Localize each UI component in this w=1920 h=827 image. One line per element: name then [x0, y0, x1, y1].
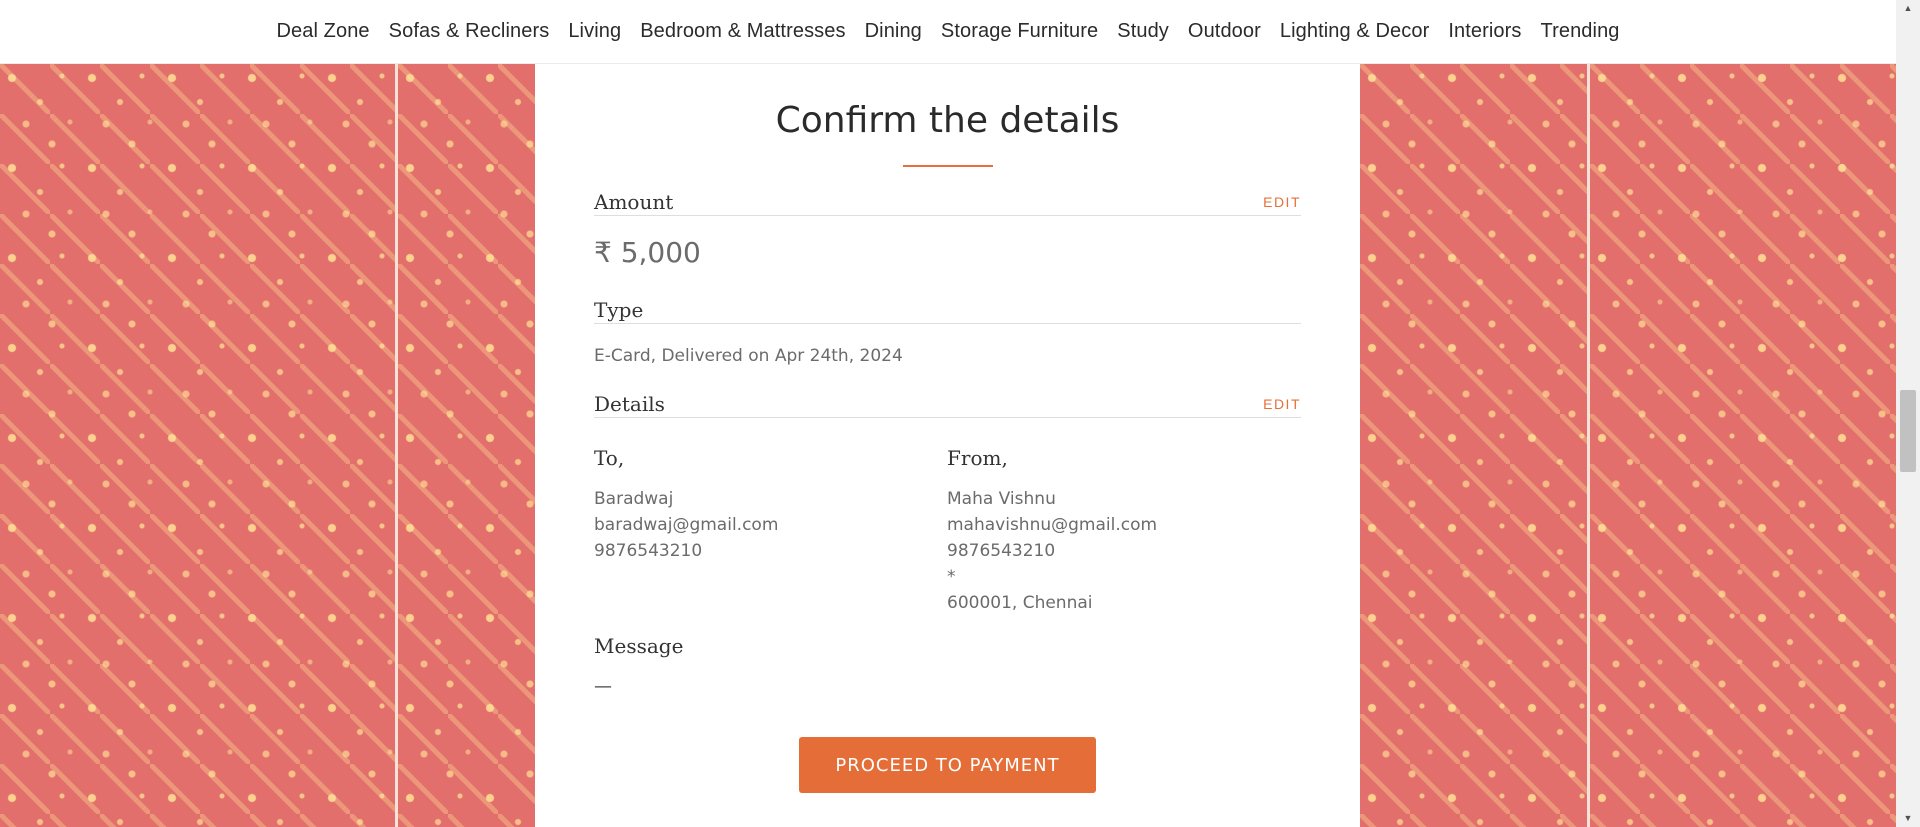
amount-section-header: Amount EDIT [594, 190, 1301, 216]
details-label: Details [594, 392, 665, 416]
birthday-pattern-background-left-inner [398, 64, 535, 827]
birthday-pattern-background-left [0, 64, 395, 827]
recipient-phone: 9876543210 [594, 541, 703, 561]
nav-item-dining[interactable]: Dining [865, 20, 922, 43]
birthday-pattern-background-right [1590, 64, 1896, 827]
scrollbar-thumb[interactable] [1900, 390, 1916, 472]
nav-item-trending[interactable]: Trending [1541, 20, 1620, 43]
scroll-down-arrow-icon[interactable]: ▼ [1896, 810, 1920, 827]
details-section-header: Details EDIT [594, 392, 1301, 418]
type-label: Type [594, 298, 644, 322]
nav-item-outdoor[interactable]: Outdoor [1188, 20, 1261, 43]
birthday-pattern-background-right-inner [1360, 64, 1587, 827]
sender-name: Maha Vishnu [947, 489, 1056, 509]
edit-details-link[interactable]: EDIT [1263, 396, 1301, 412]
title-underline [903, 165, 993, 167]
recipient-label: To, [594, 446, 625, 470]
sender-city: 600001, Chennai [947, 593, 1093, 613]
nav-menu: Deal Zone Sofas & Recliners Living Bedro… [276, 20, 1619, 43]
nav-item-storage-furniture[interactable]: Storage Furniture [941, 20, 1098, 43]
proceed-to-payment-button[interactable]: PROCEED TO PAYMENT [799, 737, 1096, 793]
page-scrollbar[interactable]: ▲ ▼ [1896, 0, 1920, 827]
message-value: — [594, 676, 612, 697]
page-title: Confirm the details [775, 100, 1120, 141]
nav-item-lighting-decor[interactable]: Lighting & Decor [1280, 20, 1429, 43]
type-value: E-Card, Delivered on Apr 24th, 2024 [594, 346, 903, 366]
sender-phone: 9876543210 [947, 541, 1056, 561]
top-navigation: Deal Zone Sofas & Recliners Living Bedro… [0, 0, 1896, 64]
recipient-email: baradwaj@gmail.com [594, 515, 779, 535]
amount-value: ₹ 5,000 [594, 236, 701, 269]
sender-label: From, [947, 446, 1008, 470]
recipient-name: Baradwaj [594, 489, 674, 509]
recipient-details: To, Baradwaj baradwaj@gmail.com 98765432… [594, 446, 778, 564]
nav-item-sofas-recliners[interactable]: Sofas & Recliners [389, 20, 550, 43]
sender-email: mahavishnu@gmail.com [947, 515, 1158, 535]
nav-item-deal-zone[interactable]: Deal Zone [276, 20, 369, 43]
nav-item-living[interactable]: Living [568, 20, 621, 43]
amount-label: Amount [594, 190, 674, 214]
nav-item-study[interactable]: Study [1117, 20, 1169, 43]
type-section-header: Type [594, 298, 1301, 324]
nav-item-interiors[interactable]: Interiors [1448, 20, 1521, 43]
confirm-details-card: Confirm the details Amount EDIT ₹ 5,000 … [535, 64, 1360, 827]
scroll-up-arrow-icon[interactable]: ▲ [1896, 0, 1920, 17]
edit-amount-link[interactable]: EDIT [1263, 194, 1301, 210]
sender-details: From, Maha Vishnu mahavishnu@gmail.com 9… [947, 446, 1157, 616]
nav-item-bedroom-mattresses[interactable]: Bedroom & Mattresses [640, 20, 845, 43]
message-label: Message [594, 634, 684, 658]
sender-address: * [947, 567, 956, 587]
